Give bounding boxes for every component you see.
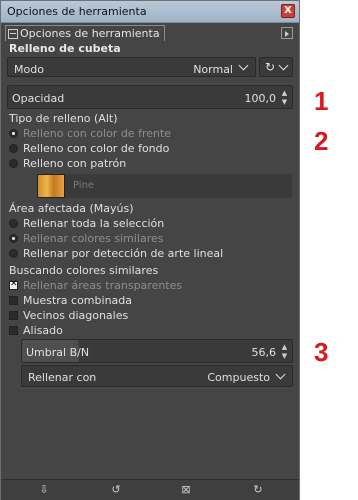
radio-label: Relleno con patrón (23, 157, 127, 170)
window-title: Opciones de herramienta (7, 5, 147, 18)
mode-reset-button[interactable]: ↻ (259, 57, 293, 77)
checkbox-label: Vecinos diagonales (23, 309, 129, 322)
tab-menu-icon[interactable] (281, 27, 293, 39)
reset-arrow-icon: ↻ (265, 60, 276, 74)
threshold-label: Umbral B/N (26, 346, 90, 359)
radio-indicator (9, 159, 18, 168)
chevron-down-icon (278, 60, 289, 71)
checkbox-indicator (9, 279, 18, 290)
chevron-down-icon (238, 60, 249, 71)
checkbox-indicator (9, 326, 18, 335)
pattern-selector[interactable]: Pine (37, 174, 292, 198)
checkbox-label: Rellenar áreas transparentes (23, 279, 183, 292)
radio-label: Rellenar por detección de arte lineal (23, 247, 224, 260)
mode-label: Modo (14, 63, 44, 76)
delete-options-button[interactable]: ⊠ (179, 483, 193, 497)
radio-line-art[interactable]: Rellenar por detección de arte lineal (9, 247, 224, 260)
similar-colors-label: Buscando colores similares (9, 264, 159, 277)
checkbox-indicator (9, 311, 18, 320)
mode-combo[interactable]: Modo Normal (7, 57, 256, 77)
radio-bg-color[interactable]: Relleno con color de fondo (9, 142, 170, 155)
affected-area-label: Área afectada (Mayús) (9, 202, 134, 215)
opacity-spinner[interactable]: Opacidad 100,0 ▲ ▼ (7, 85, 293, 109)
title-bar[interactable]: Opciones de herramienta X (1, 1, 299, 23)
radio-similar-colors[interactable]: Rellenar colores similares (9, 232, 164, 245)
reset-options-button[interactable]: ↻ (251, 483, 265, 497)
radio-label: Rellenar toda la selección (23, 217, 165, 230)
threshold-spinner[interactable]: Umbral B/N 56,6 ▲ ▼ (21, 339, 293, 363)
tool-options-icon (8, 28, 18, 39)
opacity-value: 100,0 (244, 92, 277, 105)
restore-options-button[interactable]: ↺ (109, 483, 123, 497)
fill-type-label: Tipo de relleno (Alt) (9, 112, 118, 125)
pattern-name: Pine (73, 180, 95, 191)
radio-indicator (9, 144, 18, 153)
radio-pattern[interactable]: Relleno con patrón (9, 157, 127, 170)
pattern-preview[interactable] (37, 174, 65, 198)
radio-label: Relleno con color de fondo (23, 142, 170, 155)
checkbox-label: Alisado (23, 324, 63, 337)
spin-up-icon[interactable]: ▲ (280, 90, 289, 97)
annotation-2: 2 (314, 126, 329, 156)
spin-down-icon[interactable]: ▼ (280, 353, 289, 360)
checkbox-indicator (9, 296, 18, 305)
radio-indicator (9, 219, 18, 228)
radio-indicator (9, 129, 18, 138)
radio-fg-color[interactable]: Relleno con color de frente (9, 127, 172, 140)
bottom-toolbar: ⇩ ↺ ⊠ ↻ (1, 479, 299, 500)
dock-tab-bar: Opciones de herramienta (5, 25, 295, 41)
radio-label: Relleno con color de frente (23, 127, 172, 140)
mode-value: Normal (193, 63, 233, 76)
tool-options-window: Opciones de herramienta X Opciones de he… (0, 0, 300, 500)
check-sample-merged[interactable]: Muestra combinada (9, 294, 133, 307)
tab-tool-options[interactable]: Opciones de herramienta (5, 25, 165, 41)
annotation-1: 1 (314, 86, 329, 116)
check-diagonal-neighbors[interactable]: Vecinos diagonales (9, 309, 129, 322)
threshold-value: 56,6 (251, 346, 277, 359)
tool-name-heading: Relleno de cubeta (9, 42, 121, 55)
fill-by-label: Rellenar con (28, 371, 97, 384)
check-antialiasing[interactable]: Alisado (9, 324, 63, 337)
radio-label: Rellenar colores similares (23, 232, 164, 245)
opacity-label: Opacidad (12, 92, 65, 105)
annotation-3: 3 (314, 337, 329, 367)
spin-up-icon[interactable]: ▲ (280, 344, 289, 351)
spin-down-icon[interactable]: ▼ (280, 99, 289, 106)
fill-by-combo[interactable]: Rellenar con Compuesto (21, 365, 293, 387)
check-fill-transparent[interactable]: Rellenar áreas transparentes (9, 279, 183, 292)
close-button[interactable]: X (281, 4, 295, 18)
save-options-button[interactable]: ⇩ (37, 483, 51, 497)
fill-by-value: Compuesto (207, 371, 270, 384)
chevron-down-icon (275, 369, 286, 380)
tab-label: Opciones de herramienta (20, 26, 160, 40)
checkbox-label: Muestra combinada (23, 294, 133, 307)
radio-whole-selection[interactable]: Rellenar toda la selección (9, 217, 165, 230)
radio-indicator (9, 249, 18, 258)
radio-indicator (9, 234, 18, 243)
